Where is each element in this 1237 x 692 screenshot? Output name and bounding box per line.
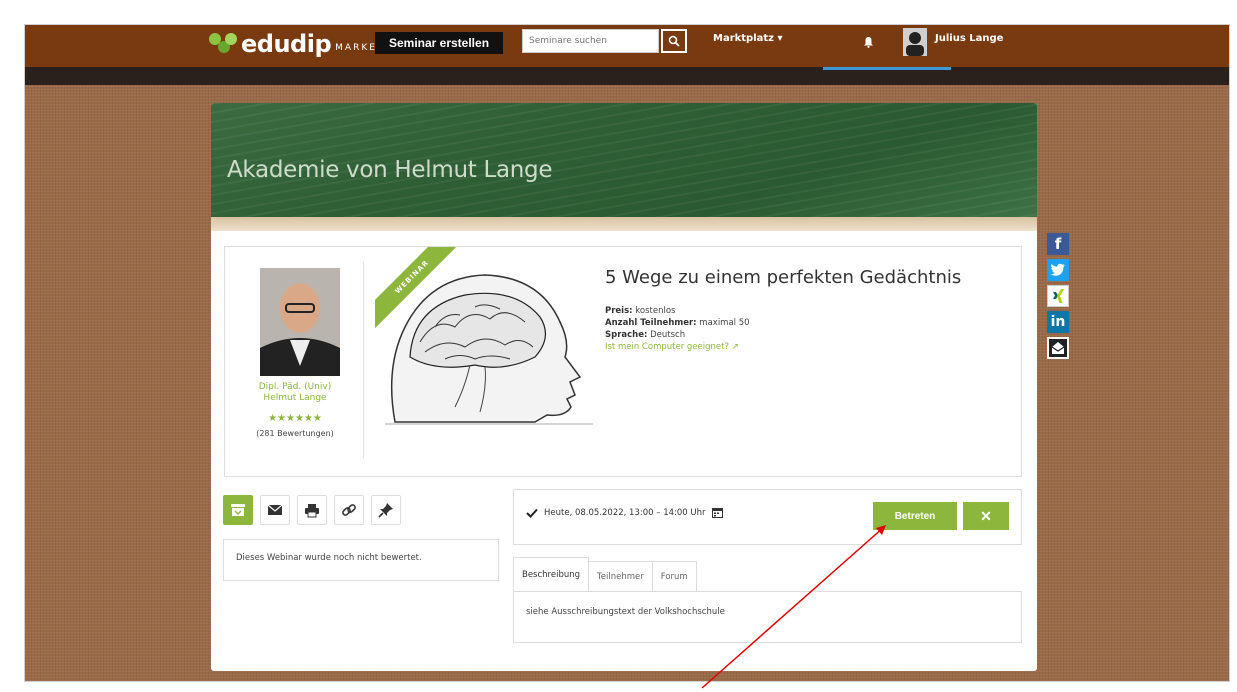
author-column: Dipl. Päd. (Univ) Helmut Lange ★★★★★★ (2… xyxy=(225,247,365,476)
search-icon xyxy=(668,35,680,47)
xing-icon xyxy=(1053,289,1064,303)
link-button[interactable] xyxy=(334,495,364,525)
email-button[interactable] xyxy=(260,495,290,525)
price-value: kostenlos xyxy=(635,306,676,316)
description-text: siehe Ausschreibungstext der Volkshochsc… xyxy=(526,607,725,617)
seminar-card: Akademie von Helmut Lange Dipl. Päd. (Un… xyxy=(211,103,1037,671)
top-navbar: edudip MARKET Seminar erstellen Marktpla… xyxy=(25,25,1229,67)
facebook-share-button[interactable]: f xyxy=(1047,233,1069,255)
xing-share-button[interactable] xyxy=(1047,285,1069,307)
printer-icon xyxy=(305,503,319,517)
academy-banner: Akademie von Helmut Lange xyxy=(211,103,1037,217)
pin-button[interactable] xyxy=(371,495,401,525)
author-name[interactable]: Dipl. Päd. (Univ) Helmut Lange xyxy=(225,382,365,404)
seminar-info-box: Dipl. Päd. (Univ) Helmut Lange ★★★★★★ (2… xyxy=(224,246,1022,477)
tab-beschreibung[interactable]: Beschreibung xyxy=(513,557,590,591)
archive-button[interactable] xyxy=(223,495,253,525)
rating-text: Dieses Webinar wurde noch nicht bewertet… xyxy=(236,553,422,563)
cancel-registration-button[interactable]: ✕ xyxy=(963,502,1009,530)
seminar-meta: Preis: kostenlos Anzahl Teilnehmer: maxi… xyxy=(605,305,750,353)
secondary-bar xyxy=(25,67,1229,85)
author-photo[interactable] xyxy=(260,268,340,376)
star-rating: ★★★★★★ xyxy=(268,413,322,424)
linkedin-icon: in xyxy=(1050,314,1066,330)
author-title: Dipl. Päd. (Univ) xyxy=(258,382,332,392)
pin-icon xyxy=(378,503,393,518)
date-text: Heute, 08.05.2022, 13:00 – 14:00 Uhr xyxy=(544,507,706,518)
marketplace-dropdown[interactable]: Marktplatz ▾ xyxy=(713,33,783,44)
language-label: Sprache: xyxy=(605,330,648,340)
twitter-share-button[interactable] xyxy=(1047,259,1069,281)
author-fullname: Helmut Lange xyxy=(263,393,327,403)
seminar-tabs: Beschreibung Teilnehmer Forum xyxy=(513,557,697,591)
active-indicator xyxy=(823,67,951,70)
tab-forum[interactable]: Forum xyxy=(651,561,697,591)
link-icon xyxy=(342,504,356,516)
action-toolbar xyxy=(223,495,401,529)
academy-title: Akademie von Helmut Lange xyxy=(227,157,553,183)
logo-text: edudip xyxy=(241,30,332,58)
participants-label: Anzahl Teilnehmer: xyxy=(605,318,697,328)
logo-icon xyxy=(209,31,239,57)
username[interactable]: Julius Lange xyxy=(935,33,1003,44)
create-seminar-button[interactable]: Seminar erstellen xyxy=(375,32,503,54)
tab-teilnehmer[interactable]: Teilnehmer xyxy=(588,561,653,591)
bell-icon[interactable] xyxy=(863,33,874,52)
computer-check-link[interactable]: Ist mein Computer geeignet? xyxy=(605,342,729,352)
description-panel: siehe Ausschreibungstext der Volkshochsc… xyxy=(513,591,1022,643)
price-label: Preis: xyxy=(605,306,633,316)
external-link-icon: ↗ xyxy=(731,342,739,352)
print-button[interactable] xyxy=(297,495,327,525)
envelope-icon xyxy=(267,504,283,515)
participants-value: maximal 50 xyxy=(699,318,750,328)
archive-icon xyxy=(231,504,245,516)
email-share-button[interactable] xyxy=(1047,337,1069,359)
search-button[interactable] xyxy=(661,29,687,53)
user-avatar[interactable] xyxy=(903,28,927,56)
twitter-icon xyxy=(1050,263,1065,276)
schedule-date: Heute, 08.05.2022, 13:00 – 14:00 Uhr xyxy=(526,507,723,518)
review-count: (281 Bewertungen) xyxy=(256,429,334,438)
search-input[interactable] xyxy=(522,29,659,53)
seminar-title: 5 Wege zu einem perfekten Gedächtnis xyxy=(605,267,962,288)
banner-wood-strip xyxy=(211,217,1037,231)
linkedin-share-button[interactable]: in xyxy=(1047,311,1069,333)
email-icon xyxy=(1049,339,1067,357)
facebook-icon: f xyxy=(1054,235,1062,253)
schedule-box: Heute, 08.05.2022, 13:00 – 14:00 Uhr Bet… xyxy=(513,489,1022,545)
share-sidebar: f in xyxy=(1047,233,1069,359)
edudip-logo[interactable]: edudip MARKET xyxy=(209,29,384,59)
checkmark-icon xyxy=(526,508,538,518)
calendar-icon[interactable] xyxy=(711,507,723,518)
seminar-image: WEBINAR xyxy=(375,247,593,425)
join-button[interactable]: Betreten xyxy=(873,502,957,530)
language-value: Deutsch xyxy=(650,330,686,340)
column-divider xyxy=(363,262,364,458)
browser-frame: edudip MARKET Seminar erstellen Marktpla… xyxy=(24,24,1230,682)
rating-box: Dieses Webinar wurde noch nicht bewertet… xyxy=(223,539,499,581)
